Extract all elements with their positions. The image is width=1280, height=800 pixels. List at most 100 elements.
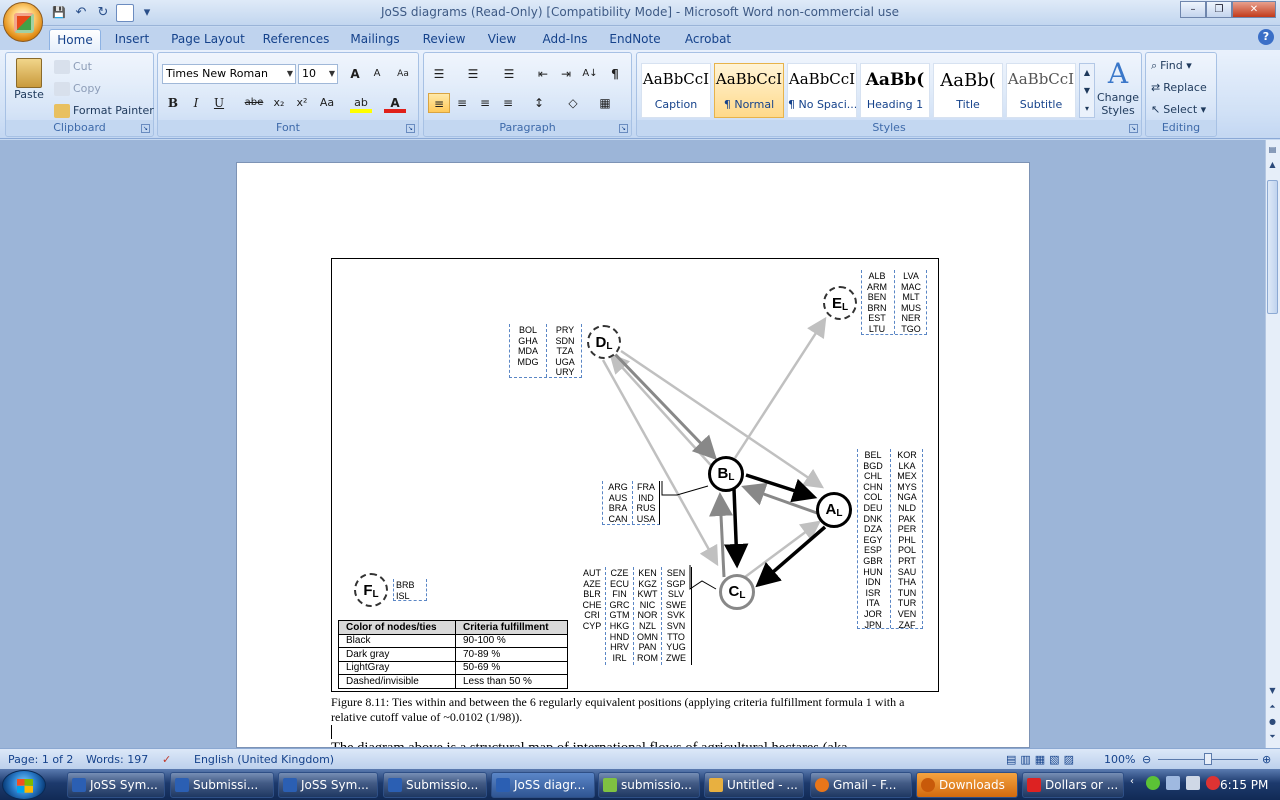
document-page[interactable]: EL DL BL AL CL FL ALB ARM BEN BRN EST LTU LVA…	[236, 162, 1030, 748]
justify-button[interactable]: ≡	[497, 93, 519, 113]
tab-endnote[interactable]: EndNote	[603, 29, 667, 50]
taskbar-item[interactable]: Submissi...	[170, 772, 274, 798]
scroll-up-icon[interactable]: ▲	[1266, 158, 1279, 171]
volume-icon[interactable]	[1186, 776, 1200, 790]
word-count[interactable]: Words: 197	[86, 753, 148, 766]
align-left-button[interactable]: ≡	[428, 93, 450, 113]
zoom-slider-thumb[interactable]	[1204, 753, 1212, 765]
format-painter-button[interactable]: Format Painter	[54, 104, 154, 118]
previous-page-icon[interactable]: ⏶	[1266, 700, 1279, 713]
highlight-button[interactable]: ab	[350, 93, 372, 113]
select-button[interactable]: ↖ Select ▾	[1151, 103, 1206, 116]
tab-add-ins[interactable]: Add-Ins	[535, 29, 595, 50]
style-normal[interactable]: AaBbCcI ¶ Normal	[714, 63, 784, 118]
zoom-out-icon[interactable]: ⊖	[1142, 753, 1151, 766]
office-button[interactable]	[3, 2, 43, 42]
page-count[interactable]: Page: 1 of 2	[8, 753, 73, 766]
font-color-button[interactable]: A	[384, 93, 406, 113]
shading-button[interactable]: ◇	[562, 93, 584, 113]
tab-insert[interactable]: Insert	[108, 29, 156, 50]
taskbar-item[interactable]: JoSS Sym...	[278, 772, 378, 798]
proofing-icon[interactable]: ✓	[162, 753, 171, 766]
taskbar-item-active[interactable]: JoSS diagr...	[491, 772, 595, 798]
style-heading-1[interactable]: AaBb(Heading 1	[860, 63, 930, 118]
style-caption[interactable]: AaBbCcI Caption	[641, 63, 711, 118]
italic-button[interactable]: I	[185, 93, 207, 113]
decrease-indent-button[interactable]: ⇤	[532, 64, 554, 84]
subscript-button[interactable]: x₂	[268, 93, 290, 113]
strikethrough-button[interactable]: abe	[243, 93, 265, 113]
view-buttons[interactable]: ▤▥▦▧▨	[1006, 753, 1078, 766]
line-spacing-button[interactable]: ↕	[528, 93, 550, 113]
taskbar-item[interactable]: Dollars or ...	[1022, 772, 1124, 798]
tab-references[interactable]: References	[258, 29, 334, 50]
change-case-button[interactable]: Aa	[316, 93, 338, 113]
replace-button[interactable]: ⇄ Replace	[1151, 81, 1207, 94]
copy-button[interactable]: Copy	[54, 82, 101, 96]
minimize-button[interactable]: –	[1180, 1, 1206, 18]
zoom-in-icon[interactable]: ⊕	[1262, 753, 1271, 766]
taskbar-item[interactable]: submissio...	[598, 772, 700, 798]
scrollbar-thumb[interactable]	[1267, 180, 1278, 314]
font-dialog-launcher[interactable]: ↘	[406, 124, 415, 133]
security-icon[interactable]	[1146, 776, 1160, 790]
clipboard-dialog-launcher[interactable]: ↘	[141, 124, 150, 133]
tab-home[interactable]: Home	[49, 29, 101, 50]
next-page-icon[interactable]: ⏷	[1266, 730, 1279, 743]
taskbar-item[interactable]: Downloads	[916, 772, 1018, 798]
country-code: SVK	[666, 610, 685, 621]
multilevel-list-button[interactable]: ☰	[498, 64, 520, 84]
clear-formatting-button[interactable]: Aa	[392, 64, 414, 84]
paragraph-dialog-launcher[interactable]: ↘	[619, 124, 628, 133]
superscript-button[interactable]: x²	[291, 93, 313, 113]
tab-mailings[interactable]: Mailings	[344, 29, 406, 50]
font-size-combo[interactable]: 10 ▼	[298, 64, 338, 84]
styles-dialog-launcher[interactable]: ↘	[1129, 124, 1138, 133]
scroll-down-icon[interactable]: ▼	[1266, 684, 1279, 697]
notification-icon[interactable]	[1206, 776, 1220, 790]
style-no-spacing[interactable]: AaBbCcI ¶ No Spaci...	[787, 63, 857, 118]
grow-font-button[interactable]: A	[344, 64, 366, 84]
bullets-button[interactable]: ☰	[428, 64, 450, 84]
language-indicator[interactable]: English (United Kingdom)	[194, 753, 334, 766]
change-styles-button[interactable]: A Change Styles	[1095, 57, 1141, 117]
body-paragraph[interactable]: The diagram above is a structural map of…	[331, 740, 941, 747]
tab-view[interactable]: View	[481, 29, 523, 50]
sort-button[interactable]: A↓	[579, 64, 601, 84]
taskbar-item[interactable]: Submissio...	[383, 772, 487, 798]
tray-expand-icon[interactable]: ‹	[1130, 776, 1140, 790]
zoom-level[interactable]: 100%	[1104, 753, 1135, 766]
find-button[interactable]: ⌕ Find ▾	[1151, 59, 1192, 73]
styles-scroll-buttons[interactable]: ▲ ▼ ▾	[1079, 63, 1095, 118]
underline-button[interactable]: U	[208, 93, 230, 113]
taskbar-item[interactable]: JoSS Sym...	[67, 772, 165, 798]
browse-object-icon[interactable]: ●	[1266, 715, 1279, 728]
borders-button[interactable]: ▦	[594, 93, 616, 113]
align-right-button[interactable]: ≡	[474, 93, 496, 113]
restore-button[interactable]: ❐	[1206, 1, 1232, 18]
font-name-combo[interactable]: Times New Roman ▼	[162, 64, 296, 84]
numbering-button[interactable]: ☰	[462, 64, 484, 84]
tab-review[interactable]: Review	[416, 29, 472, 50]
center-button[interactable]: ≡	[451, 93, 473, 113]
show-formatting-button[interactable]: ¶	[604, 64, 626, 84]
tab-page-layout[interactable]: Page Layout	[168, 29, 248, 50]
taskbar-item[interactable]: Untitled - ...	[704, 772, 804, 798]
help-icon[interactable]: ?	[1258, 29, 1274, 45]
style-title[interactable]: AaBb(Title	[933, 63, 1003, 118]
taskbar-item[interactable]: Gmail - F...	[810, 772, 912, 798]
shrink-font-button[interactable]: A	[366, 64, 388, 84]
country-code: KEN	[638, 568, 657, 578]
bold-button[interactable]: B	[162, 93, 184, 113]
paste-button[interactable]: Paste	[11, 58, 47, 114]
network-icon[interactable]	[1166, 776, 1180, 790]
tab-acrobat[interactable]: Acrobat	[680, 29, 736, 50]
ruler-toggle-icon[interactable]: ▤	[1266, 143, 1279, 156]
style-subtitle[interactable]: AaBbCcI Subtitle	[1006, 63, 1076, 118]
clock[interactable]: 6:15 PM	[1220, 778, 1268, 792]
close-button[interactable]: ✕	[1232, 1, 1276, 18]
increase-indent-button[interactable]: ⇥	[555, 64, 577, 84]
cut-button[interactable]: Cut	[54, 60, 92, 74]
country-code: CHE	[582, 599, 602, 610]
start-button[interactable]	[2, 770, 46, 800]
